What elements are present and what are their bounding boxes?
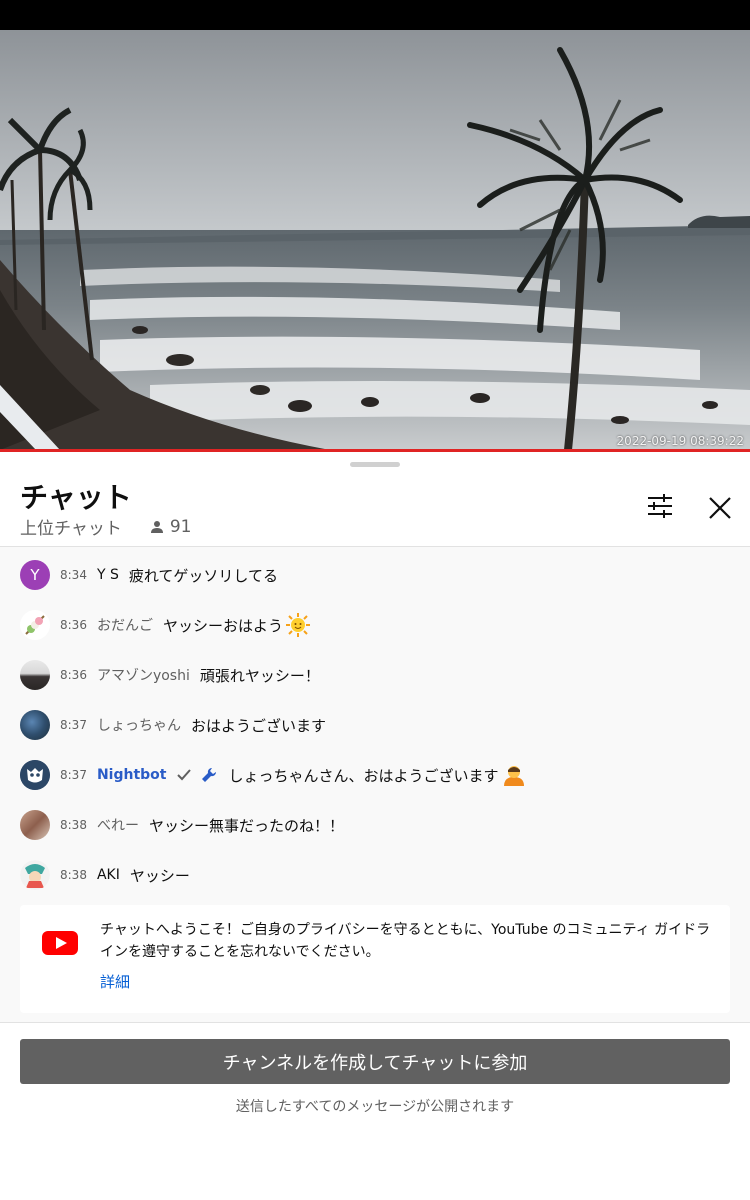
drag-handle[interactable] [350, 462, 400, 467]
chat-message[interactable]: 8:37 Nightbot しょっちゃんさん、おはようございます [20, 758, 527, 792]
verified-check-icon [177, 769, 192, 781]
message-time: 8:36 [60, 668, 87, 682]
dango-icon [25, 615, 45, 635]
aki-avatar-icon [20, 860, 50, 890]
chat-message[interactable]: 8:37 しょっちゃん おはようございます [20, 708, 326, 742]
sun-emoji-icon [285, 613, 310, 637]
message-time: 8:37 [60, 768, 87, 782]
avatar[interactable] [20, 860, 50, 890]
nightbot-icon [20, 760, 50, 790]
message-time: 8:37 [60, 718, 87, 732]
avatar[interactable] [20, 660, 50, 690]
viewer-count: 91 [169, 516, 192, 537]
avatar[interactable] [20, 710, 50, 740]
avatar[interactable] [20, 810, 50, 840]
video-timestamp: 2022-09-19 08:39:22 [616, 434, 744, 448]
filter-settings-icon[interactable] [642, 490, 678, 522]
message-time: 8:34 [60, 568, 87, 582]
youtube-logo-icon [42, 931, 78, 955]
message-time: 8:36 [60, 618, 87, 632]
message-text: ヤッシー無事だったのね！！ [148, 816, 344, 835]
person-icon [150, 520, 163, 533]
footer-divider [0, 1022, 750, 1023]
message-text: 頑張れヤッシー！ [199, 666, 320, 685]
avatar[interactable] [20, 760, 50, 790]
close-icon[interactable] [702, 490, 738, 526]
avatar[interactable] [20, 610, 50, 640]
message-text: ヤッシーおはよう [162, 616, 283, 635]
message-author[interactable]: べれー [97, 815, 139, 835]
message-author[interactable]: しょっちゃん [97, 715, 181, 735]
join-chat-button[interactable]: チャンネルを作成してチャットに参加 [20, 1039, 730, 1084]
details-link[interactable]: 詳細 [100, 971, 130, 992]
welcome-card: チャットへようこそ！ご自身のプライバシーを守るとともに、YouTube のコミュ… [20, 905, 730, 1013]
chat-panel: チャット 上位チャット 91 Y 8:34 Y S 疲れてゲッソリしてる 8:3… [0, 452, 750, 1200]
chat-message[interactable]: 8:36 アマゾンyoshi 頑張れヤッシー！ [20, 658, 320, 692]
chat-message[interactable]: 8:36 おだんご ヤッシーおはよう [20, 608, 311, 642]
avatar[interactable]: Y [20, 560, 50, 590]
footer-note: 送信したすべてのメッセージが公開されます [235, 1099, 515, 1115]
chat-subtitle: 上位チャット 91 [20, 514, 192, 540]
message-author[interactable]: Y S [97, 567, 119, 583]
wrench-icon [202, 767, 217, 782]
welcome-text: チャットへようこそ！ご自身のプライバシーを守るとともに、YouTube のコミュ… [100, 922, 711, 960]
avatar-letter: Y [30, 566, 40, 584]
chat-title: チャット [20, 481, 132, 514]
message-author[interactable]: Nightbot [97, 767, 167, 783]
message-author[interactable]: おだんご [97, 615, 153, 635]
message-time: 8:38 [60, 868, 87, 882]
chat-message[interactable]: 8:38 AKI ヤッシー [20, 858, 190, 892]
chat-message[interactable]: 8:38 べれー ヤッシー無事だったのね！！ [20, 808, 344, 842]
message-author[interactable]: AKI [97, 867, 120, 883]
chat-message[interactable]: Y 8:34 Y S 疲れてゲッソリしてる [20, 558, 278, 592]
message-text: しょっちゃんさん、おはようございます [228, 766, 499, 785]
message-text: ヤッシー [129, 866, 190, 885]
chat-mode-label[interactable]: 上位チャット [20, 514, 122, 539]
message-text: 疲れてゲッソリしてる [128, 566, 278, 585]
video-player[interactable]: 2022-09-19 08:39:22 [0, 30, 750, 450]
message-author[interactable]: アマゾンyoshi [97, 665, 190, 685]
status-bar [0, 0, 750, 30]
message-time: 8:38 [60, 818, 87, 832]
bowing-person-emoji-icon [503, 766, 524, 786]
chat-message-list[interactable]: Y 8:34 Y S 疲れてゲッソリしてる 8:36 おだんご ヤッシーおはよう [0, 547, 750, 1023]
video-frame [0, 30, 750, 450]
message-text: おはようございます [190, 716, 326, 735]
